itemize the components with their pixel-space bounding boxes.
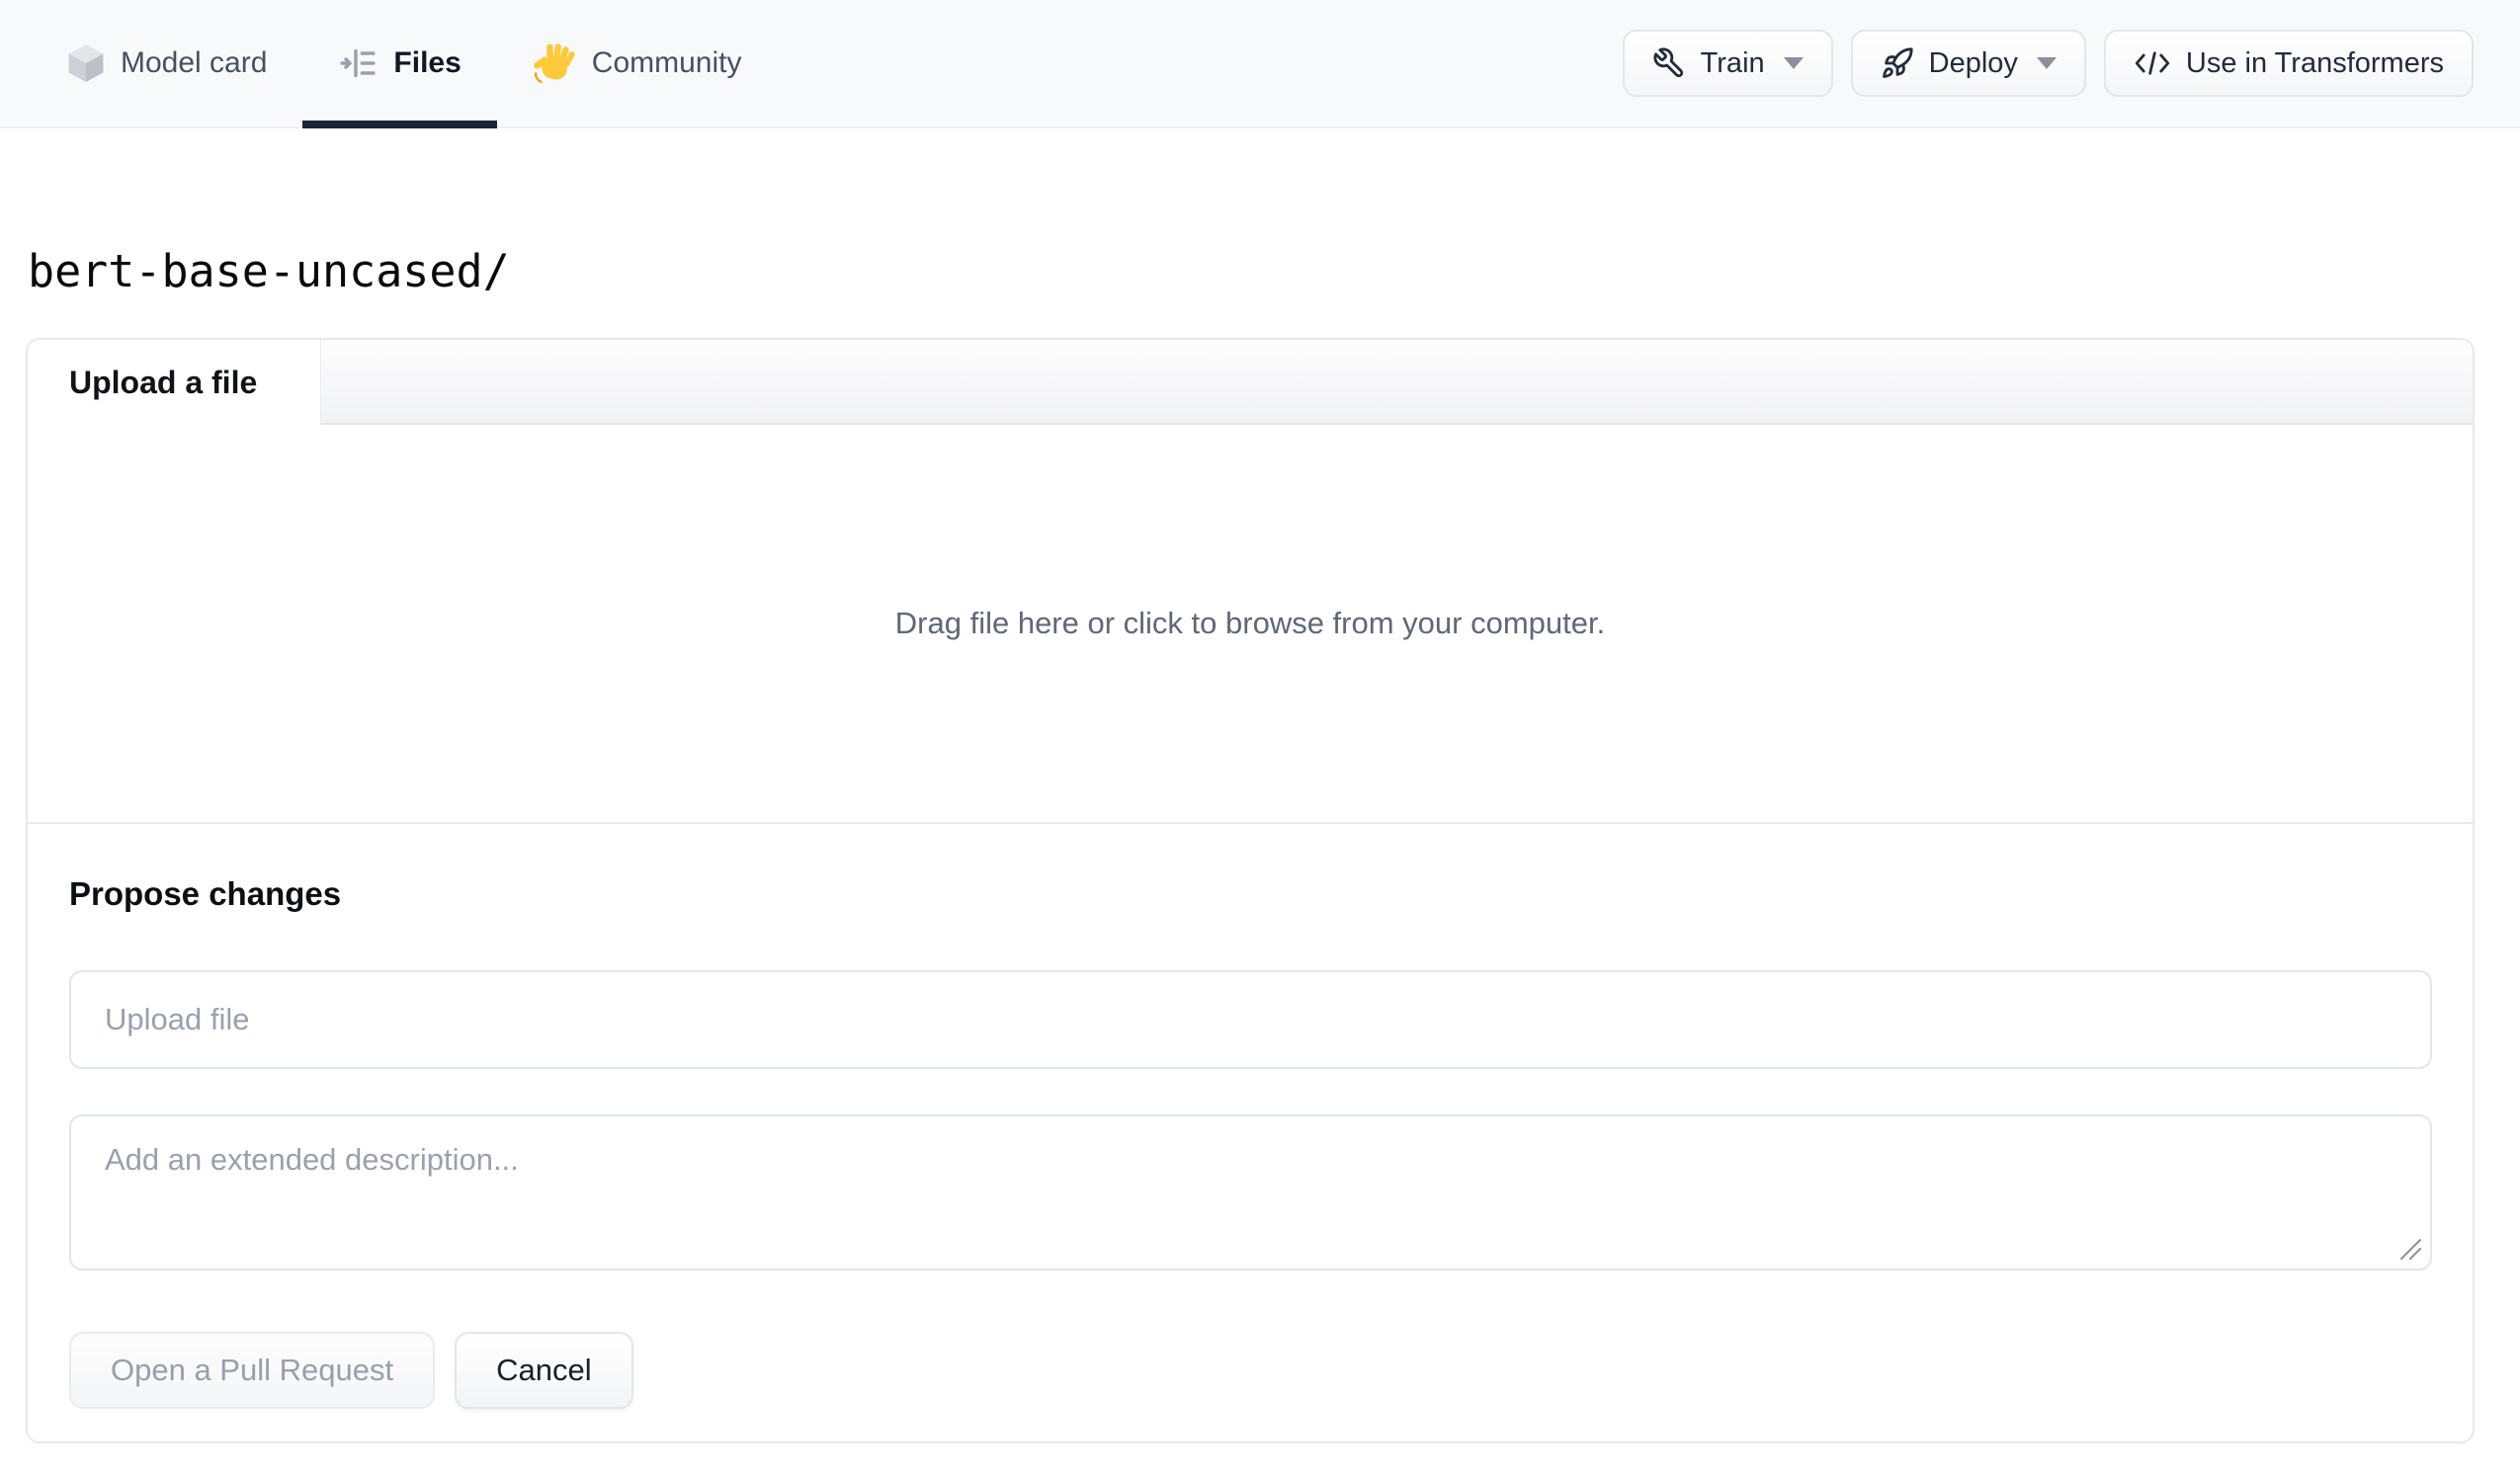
use-in-transformers-button[interactable]: Use in Transformers xyxy=(2103,30,2474,97)
caret-down-icon xyxy=(1783,57,1804,69)
cancel-button[interactable]: Cancel xyxy=(455,1332,633,1409)
header-actions: Train Deploy Use in Transformers xyxy=(1622,30,2474,97)
repo-nav: Model card Files Community xyxy=(32,0,778,128)
active-tab-indicator xyxy=(302,121,497,128)
deploy-button[interactable]: Deploy xyxy=(1850,30,2086,97)
tab-files-label: Files xyxy=(393,46,462,79)
file-dropzone[interactable]: Drag file here or click to browse from y… xyxy=(28,425,2473,824)
repo-header: Model card Files Community Train Deploy … xyxy=(0,0,2520,128)
upload-card: Upload a file Drag file here or click to… xyxy=(26,338,2475,1443)
cube-icon xyxy=(67,42,105,84)
tab-upload-a-file[interactable]: Upload a file xyxy=(28,340,320,425)
open-pull-request-label: Open a Pull Request xyxy=(111,1353,394,1387)
deploy-button-label: Deploy xyxy=(1928,46,2018,79)
caret-down-icon xyxy=(2036,57,2057,69)
tab-community-label: Community xyxy=(591,46,742,79)
description-field-wrapper xyxy=(69,1114,2432,1271)
propose-changes-section: Propose changes Open a Pull Request Canc… xyxy=(28,824,2473,1441)
tab-model-card[interactable]: Model card xyxy=(32,0,302,126)
wrench-icon xyxy=(1652,46,1686,80)
tab-community[interactable]: Community xyxy=(497,0,778,126)
waving-hand-icon xyxy=(533,41,576,85)
train-button-label: Train xyxy=(1700,46,1765,79)
tab-files[interactable]: Files xyxy=(302,0,497,128)
use-in-transformers-label: Use in Transformers xyxy=(2185,46,2444,79)
extended-description-textarea[interactable] xyxy=(69,1114,2432,1271)
tab-upload-a-file-label: Upload a file xyxy=(69,364,258,400)
rocket-icon xyxy=(1881,46,1914,80)
train-button[interactable]: Train xyxy=(1622,30,1833,97)
propose-actions-row: Open a Pull Request Cancel xyxy=(69,1332,2432,1409)
file-versions-icon xyxy=(338,43,378,83)
open-pull-request-button[interactable]: Open a Pull Request xyxy=(69,1332,436,1409)
textarea-resize-handle[interactable] xyxy=(2395,1234,2423,1262)
tab-model-card-label: Model card xyxy=(121,46,268,79)
cancel-label: Cancel xyxy=(496,1353,592,1387)
upload-file-input[interactable] xyxy=(69,970,2432,1069)
dropzone-hint-text: Drag file here or click to browse from y… xyxy=(894,606,1606,640)
propose-changes-heading: Propose changes xyxy=(69,875,342,912)
code-icon xyxy=(2134,47,2171,79)
tabbar-filler xyxy=(320,340,2473,425)
upload-card-tabbar: Upload a file xyxy=(28,340,2473,425)
repo-path-title: bert-base-uncased/ xyxy=(28,245,510,297)
